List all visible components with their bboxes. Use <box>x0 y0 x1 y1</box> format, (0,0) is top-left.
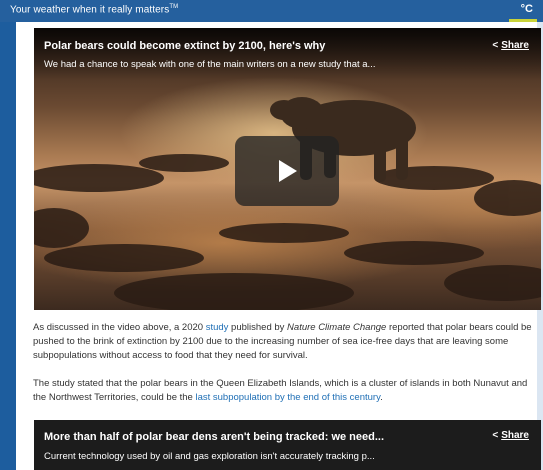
related-video-card[interactable]: More than half of polar bear dens aren't… <box>34 420 541 470</box>
tagline-text: Your weather when it really matters <box>10 4 170 16</box>
video-player[interactable]: Polar bears could become extinct by 2100… <box>34 28 541 310</box>
p1-text-b: published by <box>228 322 288 333</box>
related-share-button[interactable]: < Share <box>492 430 529 441</box>
title-gradient <box>34 28 541 80</box>
video-title[interactable]: Polar bears could become extinct by 2100… <box>44 40 325 52</box>
related-video-description: Current technology used by oil and gas e… <box>44 451 375 462</box>
tagline: Your weather when it really mattersTM <box>10 4 178 15</box>
left-rail <box>0 22 16 470</box>
related-video-title[interactable]: More than half of polar bear dens aren't… <box>44 431 384 443</box>
article-paragraph-1: As discussed in the video above, a 2020 … <box>33 321 541 363</box>
share-icon: < <box>492 40 499 51</box>
play-icon <box>279 160 297 182</box>
video-description: We had a chance to speak with one of the… <box>44 59 376 70</box>
unit-accent-bar <box>509 19 537 22</box>
last-subpopulation-link[interactable]: last subpopulation by the end of this ce… <box>195 392 380 403</box>
journal-name: Nature Climate Change <box>287 322 387 333</box>
video-share-label: Share <box>501 40 529 51</box>
trademark-mark: TM <box>169 4 179 10</box>
video-share-button[interactable]: < Share <box>492 40 529 51</box>
study-link[interactable]: study <box>206 322 229 333</box>
p1-text-a: As discussed in the video above, a 2020 <box>33 322 206 333</box>
article-paragraph-2: The study stated that the polar bears in… <box>33 377 541 405</box>
share-icon: < <box>492 430 499 441</box>
top-bar: Your weather when it really mattersTM °C <box>0 0 543 22</box>
p2-text-b: . <box>380 392 383 403</box>
temperature-unit-toggle[interactable]: °C <box>521 3 533 15</box>
related-share-label: Share <box>501 430 529 441</box>
play-button[interactable] <box>235 136 339 206</box>
